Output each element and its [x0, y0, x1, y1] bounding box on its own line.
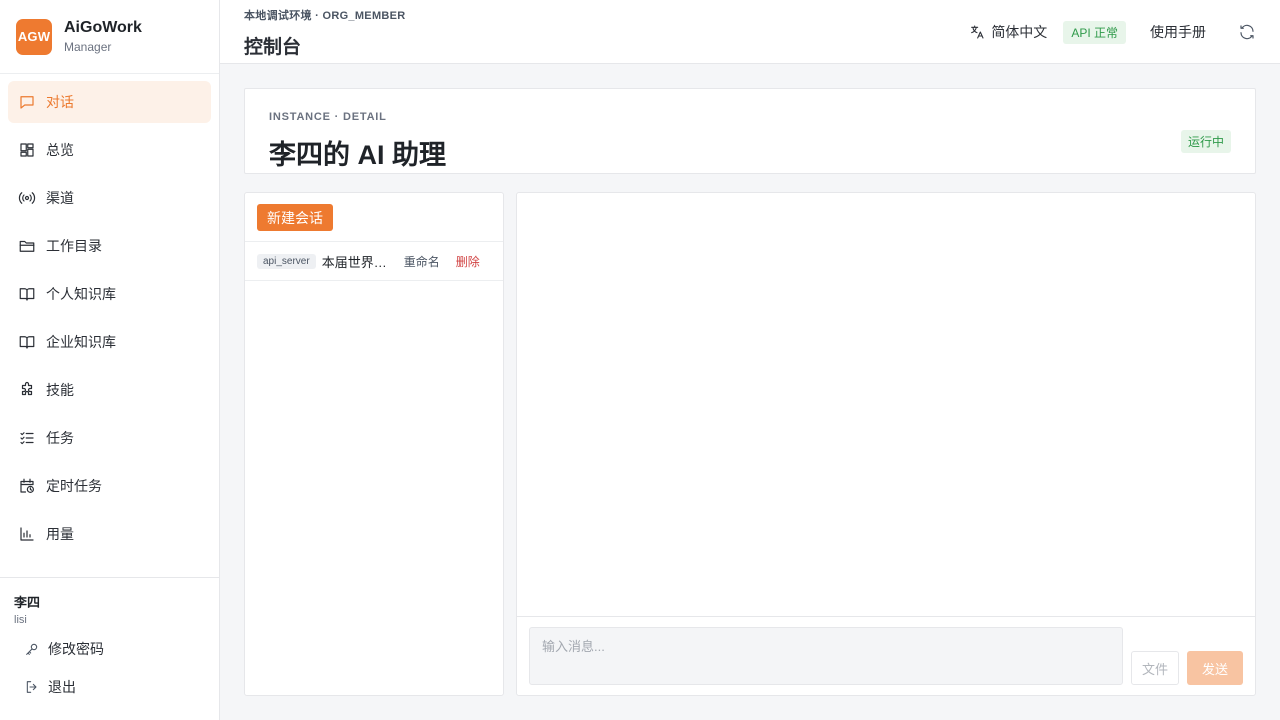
session-list-panel: 新建会话 api_server 本届世界杯冠军 重命名 删除 — [244, 192, 504, 696]
chat-panel: 文件 发送 — [516, 192, 1256, 696]
app-logo: AGW — [16, 18, 52, 55]
instance-card: INSTANCE · DETAIL 李四的 AI 助理 运行中 — [244, 88, 1256, 174]
translate-icon — [971, 25, 984, 39]
chat-icon — [18, 93, 36, 111]
new-session-button[interactable]: 新建会话 — [257, 204, 333, 231]
sidebar-item-overview[interactable]: 总览 — [8, 129, 211, 171]
sidebar-item-label: 任务 — [46, 430, 74, 446]
instance-kicker: INSTANCE · DETAIL — [269, 111, 387, 123]
brand-role: Manager — [64, 40, 112, 54]
sidebar-item-channels[interactable]: 渠道 — [8, 177, 211, 219]
sidebar-item-label: 个人知识库 — [46, 286, 116, 302]
folder-icon — [18, 237, 36, 255]
change-password-button[interactable]: 修改密码 — [14, 636, 205, 662]
bar-chart-icon — [18, 525, 36, 543]
book-icon — [18, 333, 36, 351]
environment-label: 本地调试环境 · ORG_MEMBER — [244, 10, 406, 22]
session-title: 本届世界杯冠军 — [321, 254, 388, 270]
status-badge: 运行中 — [1180, 130, 1231, 153]
change-password-label: 修改密码 — [48, 641, 104, 657]
sidebar-item-scheduled-tasks[interactable]: 定时任务 — [8, 465, 211, 507]
sidebar: AGW AiGoWork Manager 对话 总览 渠道 工作目录 个人知识库 — [0, 0, 220, 720]
sidebar-item-enterprise-kb[interactable]: 企业知识库 — [8, 321, 211, 363]
logout-button[interactable]: 退出 — [14, 674, 205, 700]
sidebar-item-label: 定时任务 — [46, 478, 102, 494]
attach-file-button[interactable]: 文件 — [1131, 651, 1179, 685]
page-title: 控制台 — [244, 37, 302, 58]
sidebar-item-label: 对话 — [46, 94, 74, 110]
refresh-icon — [1240, 24, 1254, 40]
sidebar-item-label: 渠道 — [46, 190, 74, 206]
sidebar-item-chat[interactable]: 对话 — [8, 81, 211, 123]
refresh-button[interactable] — [1238, 23, 1256, 41]
sidebar-item-label: 企业知识库 — [46, 334, 116, 350]
session-source-tag: api_server — [257, 253, 316, 269]
logout-icon — [26, 681, 37, 693]
brand-name: AiGoWork — [64, 19, 142, 36]
broadcast-icon — [18, 189, 36, 207]
message-input[interactable] — [529, 627, 1123, 685]
sidebar-item-usage[interactable]: 用量 — [8, 513, 211, 555]
checklist-icon — [18, 429, 36, 447]
key-icon — [26, 643, 38, 655]
user-panel: 李四 lisi 修改密码 退出 — [0, 577, 219, 720]
sidebar-item-label: 工作目录 — [46, 238, 102, 254]
sidebar-item-tasks[interactable]: 任务 — [8, 417, 211, 459]
sidebar-item-label: 总览 — [46, 142, 74, 158]
session-item[interactable]: api_server 本届世界杯冠军 重命名 删除 — [245, 242, 503, 281]
sidebar-item-personal-kb[interactable]: 个人知识库 — [8, 273, 211, 315]
top-header: 本地调试环境 · ORG_MEMBER 控制台 简体中文 API 正常 使用手册 — [220, 0, 1280, 64]
sidebar-item-label: 用量 — [46, 526, 74, 542]
calendar-clock-icon — [18, 477, 36, 495]
send-button[interactable]: 发送 — [1187, 651, 1243, 685]
rename-session-button[interactable]: 重命名 — [404, 253, 440, 270]
logout-label: 退出 — [48, 679, 76, 695]
sidebar-item-skills[interactable]: 技能 — [8, 369, 211, 411]
language-switcher[interactable]: 简体中文 — [969, 22, 1047, 42]
message-area — [517, 193, 1255, 617]
delete-session-button[interactable]: 删除 — [456, 253, 480, 270]
user-name: 李四 — [14, 595, 41, 610]
book-icon — [18, 285, 36, 303]
brand: AGW AiGoWork Manager — [0, 0, 219, 74]
user-id: lisi — [14, 614, 27, 626]
language-label: 简体中文 — [991, 24, 1048, 40]
sidebar-nav: 对话 总览 渠道 工作目录 个人知识库 企业知识库 技能 任务 定时任务 用量 — [0, 74, 219, 555]
api-status-badge: API 正常 — [1063, 20, 1126, 44]
sidebar-item-label: 技能 — [46, 382, 74, 398]
instance-title: 李四的 AI 助理 — [269, 140, 447, 170]
dashboard-icon — [18, 141, 36, 159]
sidebar-item-workdir[interactable]: 工作目录 — [8, 225, 211, 267]
puzzle-icon — [18, 381, 36, 399]
user-manual-link[interactable]: 使用手册 — [1150, 22, 1206, 42]
